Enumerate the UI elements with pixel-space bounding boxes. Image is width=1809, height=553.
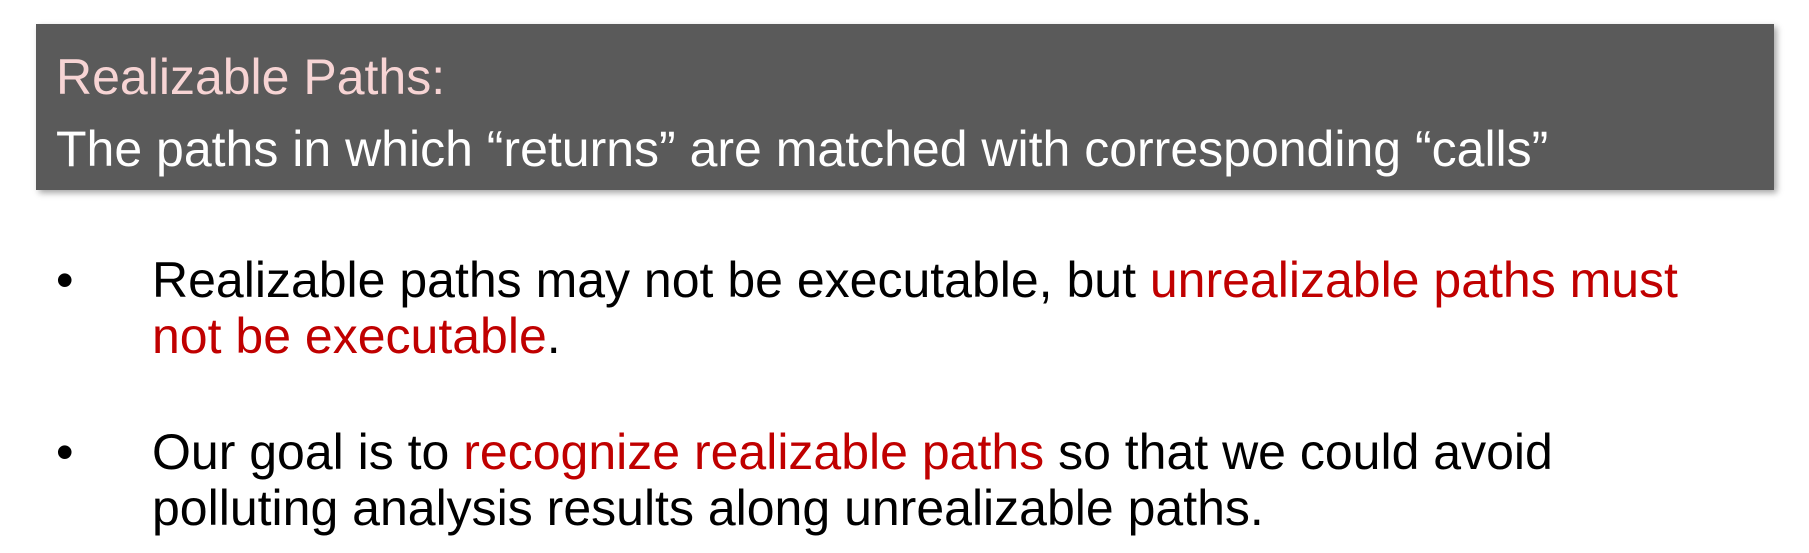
bullet-text-end: . (546, 308, 561, 364)
bullet-text-plain: Realizable paths may not be executable, … (152, 252, 1150, 308)
definition-title: Realizable Paths: (56, 49, 446, 105)
bullet-item-goal: • Our goal is to recognize realizable pa… (0, 424, 1809, 536)
bullet-text-plain: Our goal is to (152, 424, 464, 480)
bullet-text: Realizable paths may not be executable, … (152, 252, 1712, 364)
bullet-item-executability: • Realizable paths may not be executable… (0, 252, 1809, 364)
definition-text: The paths in which “returns” are matched… (56, 121, 1549, 177)
bullet-text-highlight: recognize realizable paths (463, 424, 1045, 480)
bullet-marker: • (56, 424, 74, 480)
bullet-marker: • (56, 252, 74, 308)
definition-box: Realizable Paths: The paths in which “re… (36, 24, 1774, 190)
bullet-list: • Realizable paths may not be executable… (0, 252, 1809, 536)
bullet-text: Our goal is to recognize realizable path… (152, 424, 1712, 536)
